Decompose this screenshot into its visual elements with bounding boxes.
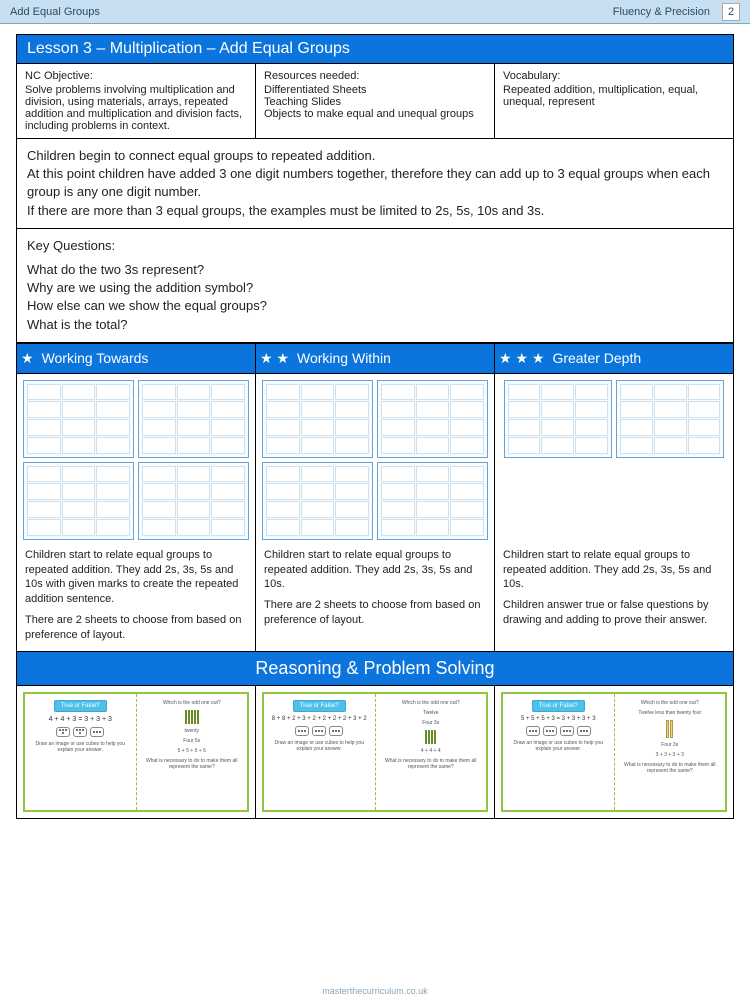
rps-a2: Four 3s (422, 720, 439, 726)
worksheet-thumbnail (23, 380, 134, 458)
level-greater-depth: ★ ★ ★ Greater Depth (494, 344, 733, 373)
kq-3: How else can we show the equal groups? (27, 297, 723, 315)
rps-equation: 4 + 4 + 3 = 3 + 3 + 3 (49, 716, 112, 723)
ww-cell: Children start to relate equal groups to… (255, 374, 494, 651)
ww-desc-2: There are 2 sheets to choose from based … (262, 594, 488, 630)
gd-cell: Children start to relate equal groups to… (494, 374, 733, 651)
voc-head: Vocabulary: (503, 70, 725, 82)
rps-row: True or False? 4 + 4 + 3 = 3 + 3 + 3 Dra… (17, 686, 733, 818)
wt-desc-1: Children start to relate equal groups to… (23, 544, 249, 609)
nc-head: NC Objective: (25, 70, 247, 82)
star-icon: ★ ★ (260, 350, 289, 367)
worksheet-thumbnail (616, 380, 724, 458)
lesson-box: Lesson 3 – Multiplication – Add Equal Gr… (16, 34, 734, 819)
res-body: Differentiated Sheets Teaching Slides Ob… (264, 84, 486, 120)
page-header: Add Equal Groups Fluency & Precision 2 (0, 0, 750, 24)
star-icon: ★ ★ ★ (499, 350, 544, 367)
rps-equation: 8 + 8 + 2 + 3 + 2 + 2 + 2 + 2 + 3 + 2 (272, 716, 367, 722)
res-head: Resources needed: (264, 70, 486, 82)
rps-card: True or False? 5 + 5 + 5 + 3 = 3 + 3 + 3… (501, 692, 727, 812)
gd-desc-2: Children answer true or false questions … (501, 594, 727, 630)
rps-a1: Twelve less than twenty four (638, 710, 701, 716)
gd-label: Greater Depth (552, 350, 641, 366)
page-number: 2 (722, 3, 740, 21)
worksheet-thumbnail (262, 380, 373, 458)
level-headers: ★ Working Towards ★ ★ Working Within ★ ★… (17, 343, 733, 374)
tf-badge: True or False? (293, 700, 346, 712)
header-left: Add Equal Groups (10, 6, 100, 18)
rps-a3: 3 + 3 + 3 + 3 (656, 752, 684, 758)
bars-icon (185, 710, 199, 724)
tf-badge: True or False? (532, 700, 585, 712)
rps-a2: Four 3s (661, 742, 678, 748)
resources-cell: Resources needed: Differentiated Sheets … (255, 64, 494, 139)
odd-one-out: Which is the odd one out? (402, 700, 460, 706)
rps-banner: Reasoning & Problem Solving (17, 651, 733, 686)
rps-necessary: What is necessary to do to make them all… (619, 762, 722, 774)
ww-label: Working Within (297, 350, 391, 366)
wt-cell: Children start to relate equal groups to… (17, 374, 255, 651)
worksheet-thumbnail (377, 380, 488, 458)
rps-cell-gd: True or False? 5 + 5 + 5 + 3 = 3 + 3 + 3… (494, 686, 733, 818)
kq-head: Key Questions: (27, 237, 723, 255)
rps-card: True or False? 8 + 8 + 2 + 3 + 2 + 2 + 2… (262, 692, 488, 812)
rps-a2: Four 5s (183, 738, 200, 744)
odd-one-out: Which is the odd one out? (641, 700, 699, 706)
rps-a3: 4 + 4 + 4 (421, 748, 441, 754)
tf-badge: True or False? (54, 700, 107, 712)
worksheet-thumbnail (138, 380, 249, 458)
worksheet-thumbnail (23, 462, 134, 540)
rps-a1: twenty (185, 728, 199, 734)
rps-a1: Twelve (423, 710, 439, 716)
level-body: Children start to relate equal groups to… (17, 374, 733, 651)
rps-instruction: Draw an image or use cubes to help you e… (507, 740, 610, 752)
rps-instruction: Draw an image or use cubes to help you e… (29, 741, 132, 753)
base-ten-icon (666, 720, 673, 738)
intro-text: Children begin to connect equal groups t… (17, 139, 733, 229)
bars-icon (425, 730, 436, 744)
key-questions: Key Questions: What do the two 3s repres… (17, 229, 733, 343)
rps-necessary: What is necessary to do to make them all… (380, 758, 483, 770)
rps-necessary: What is necessary to do to make them all… (141, 758, 244, 770)
rps-card: True or False? 4 + 4 + 3 = 3 + 3 + 3 Dra… (23, 692, 249, 812)
rps-a3: 5 + 5 + 5 + 5 (178, 748, 206, 754)
worksheet-thumbnail (262, 462, 373, 540)
voc-body: Repeated addition, multiplication, equal… (503, 84, 725, 108)
counters-icon (526, 726, 591, 736)
rps-instruction: Draw an image or use cubes to help you e… (268, 740, 371, 752)
level-working-within: ★ ★ Working Within (255, 344, 494, 373)
kq-4: What is the total? (27, 316, 723, 334)
wt-label: Working Towards (42, 350, 149, 366)
wt-desc-2: There are 2 sheets to choose from based … (23, 609, 249, 645)
counters-icon (295, 726, 343, 736)
worksheet-thumbnail (504, 380, 612, 458)
nc-body: Solve problems involving multiplication … (25, 84, 247, 132)
worksheet-thumbnail (377, 462, 488, 540)
ww-desc-1: Children start to relate equal groups to… (262, 544, 488, 595)
vocabulary-cell: Vocabulary: Repeated addition, multiplic… (494, 64, 733, 139)
header-right: Fluency & Precision (613, 6, 710, 18)
rps-cell-wt: True or False? 4 + 4 + 3 = 3 + 3 + 3 Dra… (17, 686, 255, 818)
rps-equation: 5 + 5 + 5 + 3 = 3 + 3 + 3 + 3 (521, 716, 596, 722)
level-working-towards: ★ Working Towards (17, 344, 255, 373)
kq-1: What do the two 3s represent? (27, 261, 723, 279)
counters-icon (56, 727, 104, 737)
gd-desc-1: Children start to relate equal groups to… (501, 544, 727, 595)
star-icon: ★ (21, 350, 34, 367)
objective-row: NC Objective: Solve problems involving m… (17, 64, 733, 139)
rps-cell-ww: True or False? 8 + 8 + 2 + 3 + 2 + 2 + 2… (255, 686, 494, 818)
lesson-banner: Lesson 3 – Multiplication – Add Equal Gr… (17, 35, 733, 64)
kq-2: Why are we using the addition symbol? (27, 279, 723, 297)
nc-objective-cell: NC Objective: Solve problems involving m… (17, 64, 255, 139)
odd-one-out: Which is the odd one out? (163, 700, 221, 706)
footer-url: masterthecurriculum.co.uk (0, 986, 750, 996)
worksheet-thumbnail (138, 462, 249, 540)
